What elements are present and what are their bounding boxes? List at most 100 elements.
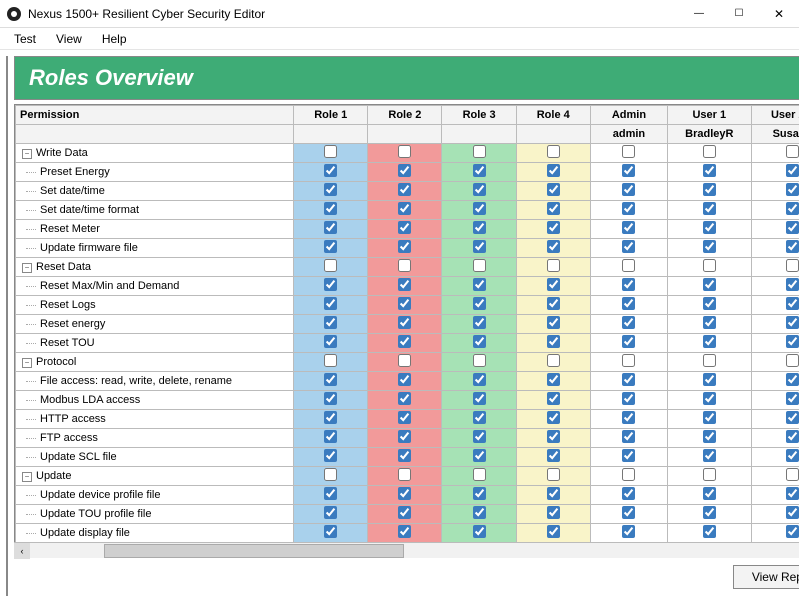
tree-item[interactable]: User 8 - <box>7 219 8 237</box>
permission-checkbox[interactable] <box>324 373 337 386</box>
permission-checkbox[interactable] <box>473 373 486 386</box>
permission-checkbox[interactable] <box>473 411 486 424</box>
permission-checkbox[interactable] <box>324 221 337 234</box>
permission-checkbox[interactable] <box>786 259 799 272</box>
tree-item[interactable]: User 1 - BradleyR <box>7 93 8 111</box>
permission-checkbox[interactable] <box>622 183 635 196</box>
tree-item[interactable]: Role 1 <box>7 291 8 309</box>
collapse-icon[interactable]: − <box>22 263 32 273</box>
permission-checkbox[interactable] <box>622 468 635 481</box>
permission-checkbox[interactable] <box>324 392 337 405</box>
permission-checkbox[interactable] <box>547 392 560 405</box>
permission-checkbox[interactable] <box>324 202 337 215</box>
tree-item[interactable]: Role 4 <box>7 345 8 363</box>
permission-checkbox[interactable] <box>324 164 337 177</box>
permission-checkbox[interactable] <box>547 449 560 462</box>
tree-item[interactable]: User 5 - <box>7 165 8 183</box>
permission-checkbox[interactable] <box>324 430 337 443</box>
permission-checkbox[interactable] <box>703 411 716 424</box>
permission-checkbox[interactable] <box>398 411 411 424</box>
permission-checkbox[interactable] <box>622 145 635 158</box>
permission-checkbox[interactable] <box>473 449 486 462</box>
permission-checkbox[interactable] <box>398 525 411 538</box>
permission-checkbox[interactable] <box>786 430 799 443</box>
tree-item[interactable]: Enable Security Lock <box>7 471 8 489</box>
tree-group[interactable]: −Security Actions <box>7 435 8 453</box>
permission-checkbox[interactable] <box>547 525 560 538</box>
tree-item[interactable]: User 7 - <box>7 201 8 219</box>
permission-checkbox[interactable] <box>703 202 716 215</box>
permission-checkbox[interactable] <box>473 278 486 291</box>
permission-checkbox[interactable] <box>703 354 716 367</box>
permission-checkbox[interactable] <box>324 411 337 424</box>
permission-checkbox[interactable] <box>703 525 716 538</box>
permission-checkbox[interactable] <box>547 430 560 443</box>
permission-checkbox[interactable] <box>398 259 411 272</box>
permission-checkbox[interactable] <box>703 449 716 462</box>
permission-checkbox[interactable] <box>398 278 411 291</box>
tree-group[interactable]: −Configure Users <box>7 57 8 75</box>
permission-checkbox[interactable] <box>703 145 716 158</box>
column-header[interactable]: Permission <box>16 106 294 125</box>
permission-checkbox[interactable] <box>703 240 716 253</box>
permission-checkbox[interactable] <box>398 297 411 310</box>
permission-checkbox[interactable] <box>473 468 486 481</box>
permission-checkbox[interactable] <box>547 183 560 196</box>
permission-checkbox[interactable] <box>703 506 716 519</box>
tree-item[interactable]: Role 5 <box>7 363 8 381</box>
permission-checkbox[interactable] <box>398 240 411 253</box>
scroll-left-icon[interactable]: ‹ <box>14 543 30 559</box>
permission-checkbox[interactable] <box>324 145 337 158</box>
permission-checkbox[interactable] <box>622 240 635 253</box>
permission-checkbox[interactable] <box>622 506 635 519</box>
permission-checkbox[interactable] <box>324 487 337 500</box>
permission-checkbox[interactable] <box>786 411 799 424</box>
collapse-icon[interactable]: − <box>22 149 32 159</box>
tree-item[interactable]: Admin <box>7 75 8 93</box>
tree-group[interactable]: −View Roles <box>7 273 8 291</box>
permission-checkbox[interactable] <box>703 278 716 291</box>
permission-checkbox[interactable] <box>786 373 799 386</box>
permission-checkbox[interactable] <box>473 259 486 272</box>
permission-checkbox[interactable] <box>473 221 486 234</box>
permission-checkbox[interactable] <box>473 430 486 443</box>
permission-checkbox[interactable] <box>324 525 337 538</box>
close-button[interactable]: ✕ <box>759 0 799 28</box>
permission-checkbox[interactable] <box>398 145 411 158</box>
permission-checkbox[interactable] <box>786 221 799 234</box>
minimize-button[interactable]: — <box>679 0 719 28</box>
permission-checkbox[interactable] <box>622 525 635 538</box>
permission-checkbox[interactable] <box>622 430 635 443</box>
permission-checkbox[interactable] <box>324 316 337 329</box>
permission-checkbox[interactable] <box>473 525 486 538</box>
permissions-grid[interactable]: PermissionRole 1Role 2Role 3Role 4AdminU… <box>14 104 799 543</box>
permission-checkbox[interactable] <box>398 354 411 367</box>
permission-checkbox[interactable] <box>398 392 411 405</box>
menu-test[interactable]: Test <box>4 30 46 48</box>
tree-item[interactable]: Role 2 <box>7 309 8 327</box>
permission-checkbox[interactable] <box>473 183 486 196</box>
permission-checkbox[interactable] <box>622 297 635 310</box>
permission-checkbox[interactable] <box>398 373 411 386</box>
tree-item[interactable]: Role 8 <box>7 417 8 435</box>
permission-checkbox[interactable] <box>398 164 411 177</box>
permission-checkbox[interactable] <box>473 240 486 253</box>
permission-checkbox[interactable] <box>703 316 716 329</box>
permission-checkbox[interactable] <box>622 316 635 329</box>
permission-checkbox[interactable] <box>324 468 337 481</box>
permission-checkbox[interactable] <box>786 354 799 367</box>
tree-item[interactable]: Role 7 <box>7 399 8 417</box>
column-header[interactable]: Role 3 <box>442 106 516 125</box>
permission-checkbox[interactable] <box>622 373 635 386</box>
permission-checkbox[interactable] <box>398 449 411 462</box>
permission-checkbox[interactable] <box>622 221 635 234</box>
column-header[interactable]: User 1 <box>668 106 751 125</box>
column-header[interactable]: User 2▲ <box>751 106 799 125</box>
tree-item[interactable]: User 2 - SusanP <box>7 111 8 129</box>
permission-checkbox[interactable] <box>547 316 560 329</box>
permission-checkbox[interactable] <box>473 202 486 215</box>
permission-checkbox[interactable] <box>547 202 560 215</box>
column-header[interactable]: Role 2 <box>368 106 442 125</box>
horizontal-scrollbar[interactable]: ‹ › <box>14 542 799 558</box>
permission-checkbox[interactable] <box>547 221 560 234</box>
